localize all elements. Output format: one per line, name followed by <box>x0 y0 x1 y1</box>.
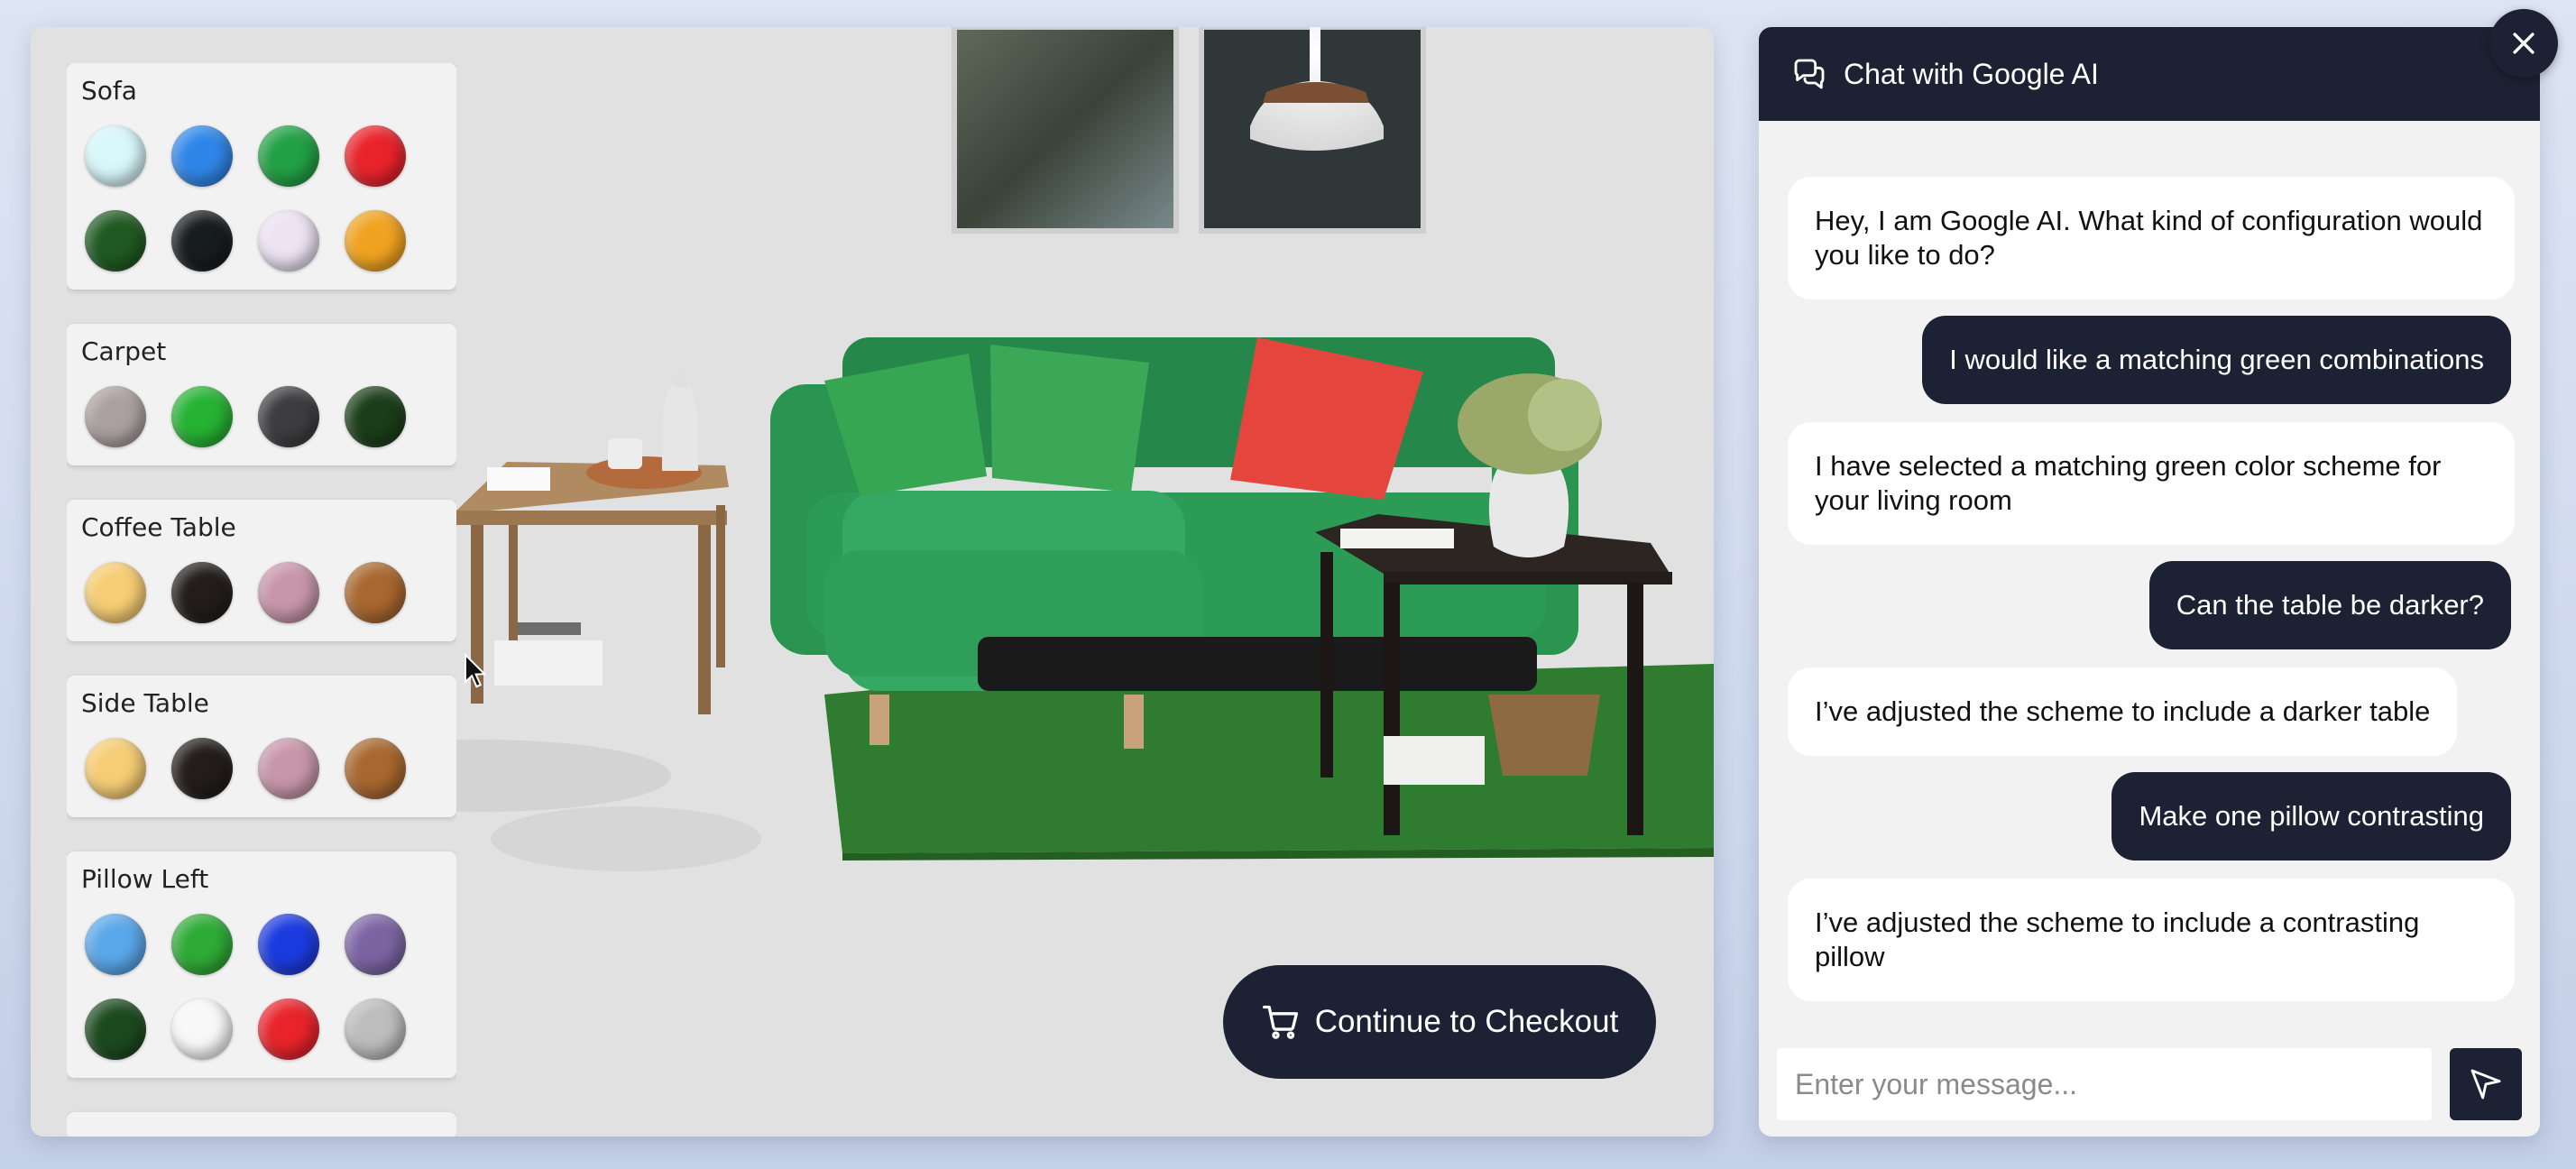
swatch-pillow-left-6[interactable] <box>171 999 233 1060</box>
swatch-carpet-1[interactable] <box>85 386 146 447</box>
swatch-sofa-3[interactable] <box>258 125 319 187</box>
option-title: Pillow Left <box>81 864 209 894</box>
swatch-sofa-6[interactable] <box>171 210 233 272</box>
swatch-pillow-left-3[interactable] <box>258 914 319 975</box>
swatch-coffee-table-1[interactable] <box>85 562 146 623</box>
chat-title: Chat with Google AI <box>1844 57 2099 90</box>
swatch-side-table-1[interactable] <box>85 738 146 799</box>
swatch-pillow-left-2[interactable] <box>171 914 233 975</box>
swatch-side-table-2[interactable] <box>171 738 233 799</box>
send-button[interactable] <box>2450 1048 2522 1120</box>
option-title: Side Table <box>81 688 209 718</box>
checkout-label: Continue to Checkout <box>1314 1004 1619 1039</box>
swatch-coffee-table-4[interactable] <box>345 562 406 623</box>
swatch-sofa-1[interactable] <box>85 125 146 187</box>
option-title: Carpet <box>81 336 167 366</box>
option-card-next <box>67 1112 456 1137</box>
message-input[interactable] <box>1777 1048 2432 1120</box>
swatch-carpet-3[interactable] <box>258 386 319 447</box>
swatch-sofa-7[interactable] <box>258 210 319 272</box>
options-panel: Sofa Carpet Coffee Table Side Table Pill… <box>67 63 456 1137</box>
option-card-side-table: Side Table <box>67 676 456 817</box>
option-card-sofa: Sofa <box>67 63 456 290</box>
swatch-carpet-2[interactable] <box>171 386 233 447</box>
configurator-viewer: Sofa Carpet Coffee Table Side Table Pill… <box>31 27 1714 1137</box>
close-button[interactable] <box>2489 9 2558 78</box>
chat-message-user: Make one pillow contrasting <box>2111 772 2511 861</box>
chat-message-ai: I have selected a matching green color s… <box>1788 422 2515 545</box>
swatch-coffee-table-2[interactable] <box>171 562 233 623</box>
option-card-carpet: Carpet <box>67 324 456 465</box>
chat-message-ai: I’ve adjusted the scheme to include a co… <box>1788 879 2515 1001</box>
swatch-sofa-2[interactable] <box>171 125 233 187</box>
swatch-pillow-left-7[interactable] <box>258 999 319 1060</box>
option-title: Coffee Table <box>81 512 236 542</box>
message-composer <box>1777 1048 2522 1120</box>
swatch-side-table-3[interactable] <box>258 738 319 799</box>
option-title: Sofa <box>81 76 137 106</box>
swatch-sofa-5[interactable] <box>85 210 146 272</box>
painting-left <box>952 27 1179 234</box>
close-icon <box>2513 32 2535 54</box>
cart-icon <box>1262 1005 1298 1039</box>
chat-panel: Chat with Google AI Hey, I am Google AI.… <box>1759 27 2540 1137</box>
option-card-pillow-left: Pillow Left <box>67 851 456 1078</box>
swatch-pillow-left-8[interactable] <box>345 999 406 1060</box>
chat-message-user: Can the table be darker? <box>2148 561 2511 649</box>
chat-message-user: I would like a matching green combinatio… <box>1922 316 2511 404</box>
swatch-side-table-4[interactable] <box>345 738 406 799</box>
option-card-coffee-table: Coffee Table <box>67 500 456 641</box>
swatch-pillow-left-4[interactable] <box>345 914 406 975</box>
chat-header: Chat with Google AI <box>1759 27 2540 121</box>
chat-message-ai: I’ve adjusted the scheme to include a da… <box>1788 667 2458 756</box>
swatch-sofa-8[interactable] <box>345 210 406 272</box>
swatch-pillow-left-5[interactable] <box>85 999 146 1060</box>
chat-bubbles-icon <box>1794 59 1825 89</box>
send-icon <box>2470 1069 2501 1100</box>
painting-right <box>1199 27 1426 234</box>
message-list: Hey, I am Google AI. What kind of config… <box>1759 121 2540 1032</box>
continue-to-checkout-button[interactable]: Continue to Checkout <box>1223 965 1656 1079</box>
swatch-carpet-4[interactable] <box>345 386 406 447</box>
swatch-sofa-4[interactable] <box>345 125 406 187</box>
chat-message-ai: Hey, I am Google AI. What kind of config… <box>1788 177 2515 299</box>
swatch-coffee-table-3[interactable] <box>258 562 319 623</box>
swatch-pillow-left-1[interactable] <box>85 914 146 975</box>
mouse-cursor-icon <box>465 653 487 688</box>
